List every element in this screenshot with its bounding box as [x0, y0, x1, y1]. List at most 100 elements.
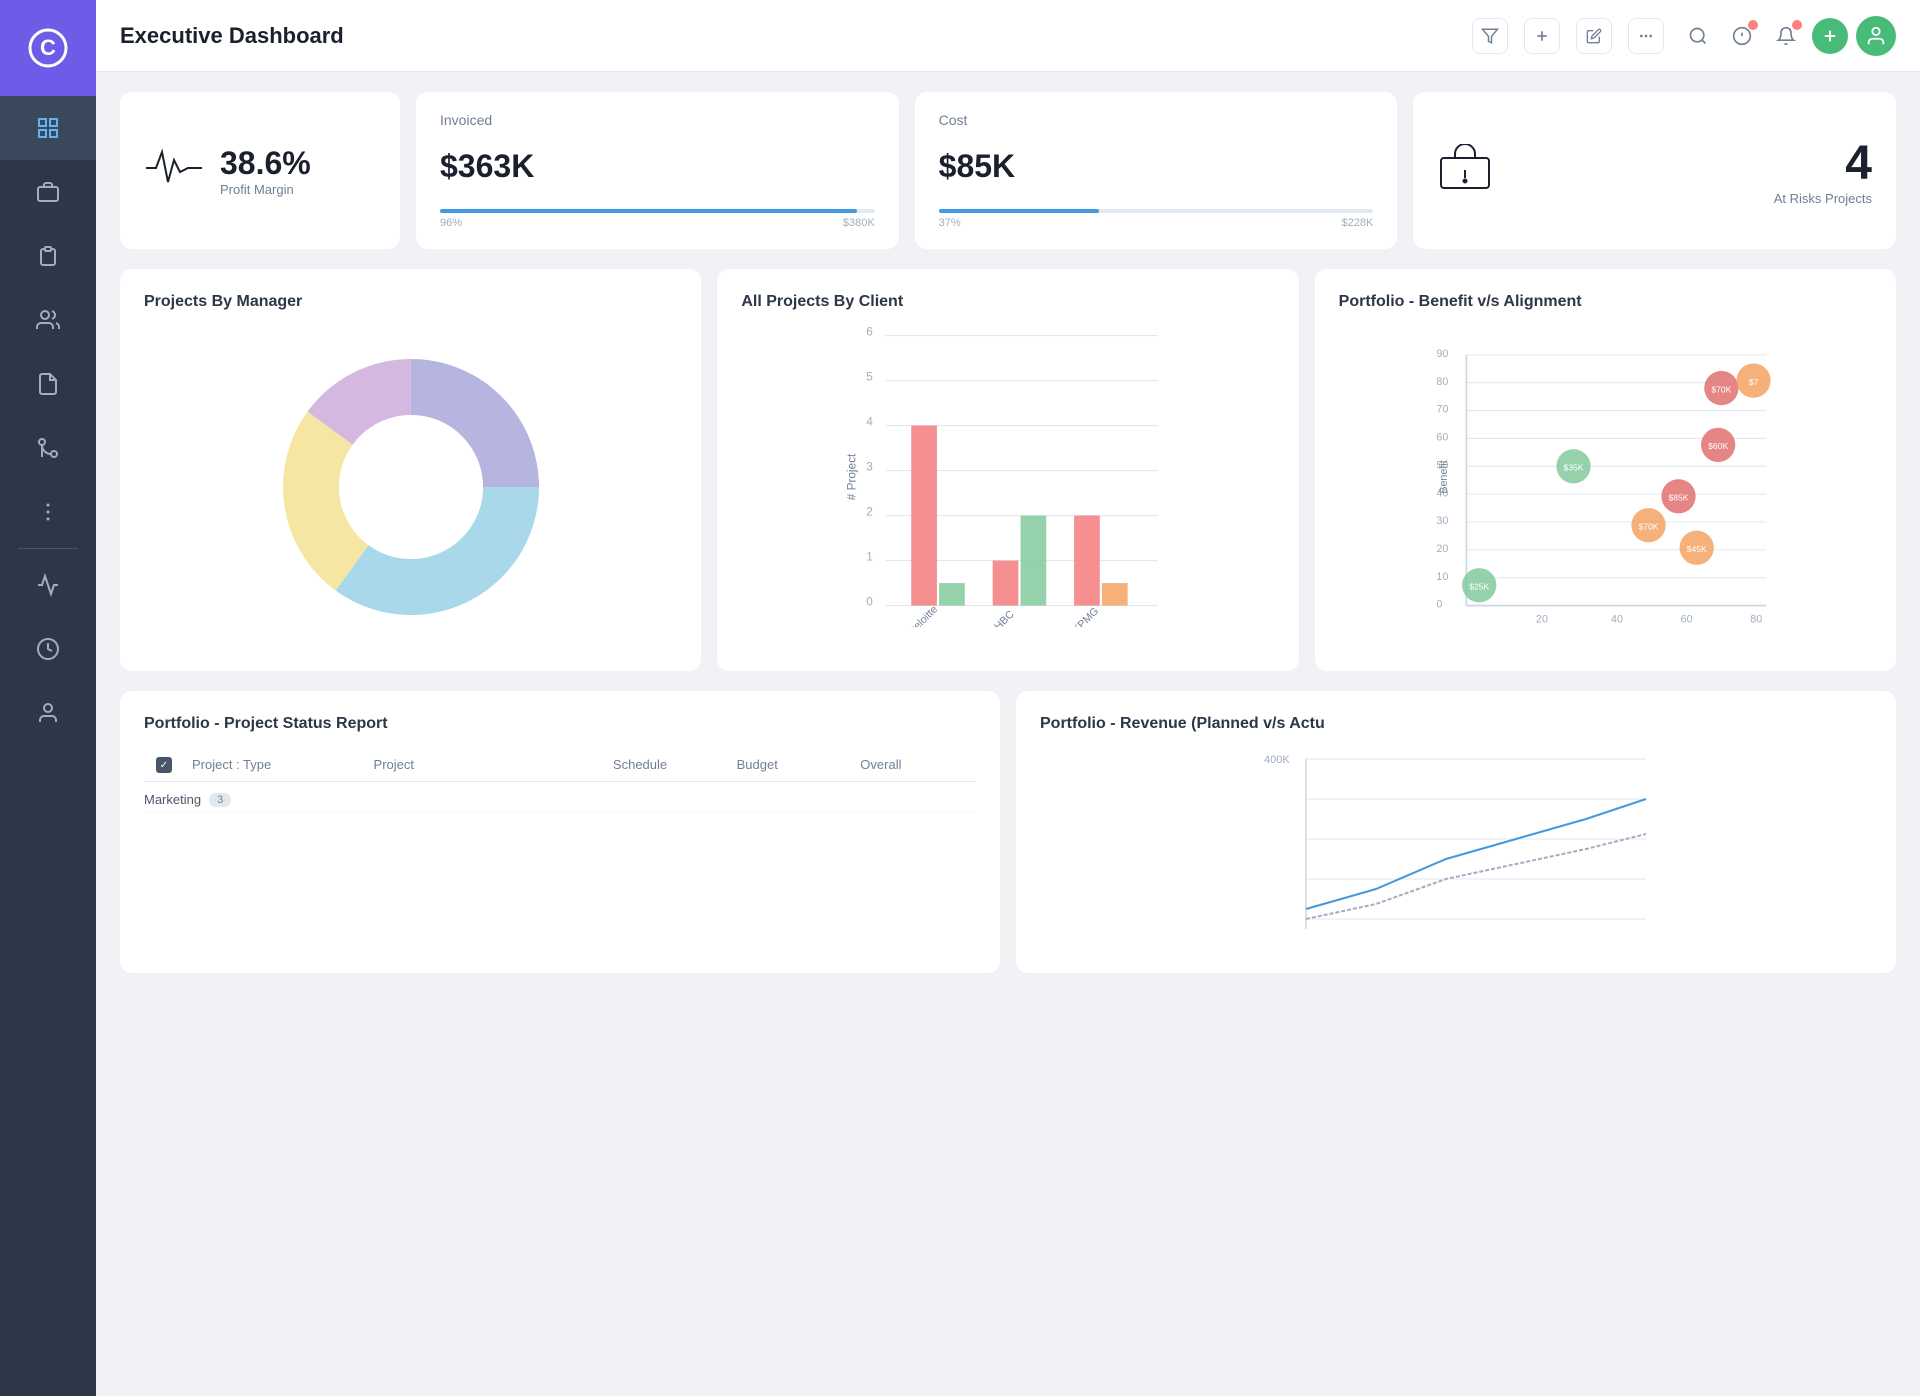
edit-button[interactable]	[1576, 18, 1612, 54]
sidebar: C	[0, 0, 96, 1396]
search-button[interactable]	[1680, 18, 1716, 54]
svg-text:80: 80	[1750, 614, 1762, 626]
donut-chart	[271, 347, 551, 627]
bar-chart-container: 0 1 2 3 4 5 6 # Project	[741, 327, 1274, 627]
dots-icon	[1638, 28, 1654, 44]
marketing-group-label: Marketing 3	[144, 782, 976, 811]
svg-text:40: 40	[1611, 614, 1623, 626]
svg-text:# Project: # Project	[846, 453, 859, 500]
col-project: Project	[374, 757, 605, 773]
sidebar-item-dashboard[interactable]	[0, 96, 96, 160]
profit-section: 38.6% Profit Margin	[220, 145, 311, 197]
sidebar-item-person[interactable]	[0, 681, 96, 745]
at-risk-section: 4 At Risks Projects	[1774, 136, 1872, 206]
svg-text:$45K: $45K	[1686, 544, 1706, 554]
invoiced-max: $380K	[843, 217, 875, 229]
col-overall: Overall	[860, 757, 976, 773]
svg-text:0: 0	[1436, 599, 1442, 611]
svg-text:5: 5	[867, 371, 874, 384]
revenue-chart-area: 400K	[1040, 749, 1872, 949]
at-risk-icon-wrapper	[1437, 144, 1493, 197]
filter-button[interactable]	[1472, 18, 1508, 54]
sidebar-item-clipboard[interactable]	[0, 224, 96, 288]
users-icon	[36, 308, 60, 332]
marketing-label: Marketing	[144, 792, 201, 807]
charts-row: Projects By Manager	[120, 269, 1896, 671]
sidebar-item-more[interactable]	[0, 480, 96, 544]
project-status-report-card: Portfolio - Project Status Report ✓ Proj…	[120, 691, 1000, 973]
scatter-chart-container: 0 10 20 30 40 50 60 70 80 90 Benefit	[1339, 327, 1872, 627]
user-avatar[interactable]	[1856, 16, 1896, 56]
alert-badge	[1748, 20, 1758, 30]
add-widget-button[interactable]	[1524, 18, 1560, 54]
cost-pct: 37%	[939, 217, 961, 229]
invoiced-pct: 96%	[440, 217, 462, 229]
bottom-row: Portfolio - Project Status Report ✓ Proj…	[120, 691, 1896, 973]
svg-text:20: 20	[1436, 543, 1448, 555]
bell-button[interactable]	[1768, 18, 1804, 54]
bell-badge	[1792, 20, 1802, 30]
donut-chart-wrapper	[144, 327, 677, 647]
page-title: Executive Dashboard	[120, 23, 1456, 49]
invoiced-bar: 96% $380K	[440, 201, 875, 229]
file-icon	[36, 372, 60, 396]
svg-text:$35K: $35K	[1563, 463, 1583, 473]
svg-text:30: 30	[1436, 515, 1448, 527]
svg-text:HBC: HBC	[993, 608, 1018, 627]
git-icon	[36, 436, 60, 460]
all-projects-by-client-card: All Projects By Client 0 1 2 3 4 5 6 # P…	[717, 269, 1298, 671]
search-icon	[1688, 26, 1708, 46]
more-options-button[interactable]	[1628, 18, 1664, 54]
svg-text:10: 10	[1436, 571, 1448, 583]
svg-text:1: 1	[867, 551, 874, 564]
scatter-chart-svg: 0 10 20 30 40 50 60 70 80 90 Benefit	[1339, 327, 1872, 627]
svg-text:2: 2	[867, 506, 874, 519]
sidebar-item-git[interactable]	[0, 416, 96, 480]
svg-text:$85K: $85K	[1668, 493, 1688, 503]
benefit-alignment-title: Portfolio - Benefit v/s Alignment	[1339, 293, 1872, 311]
add-button[interactable]	[1812, 18, 1848, 54]
svg-text:60: 60	[1436, 432, 1448, 444]
svg-text:6: 6	[867, 327, 874, 339]
svg-text:90: 90	[1436, 348, 1448, 360]
sidebar-item-chart[interactable]	[0, 553, 96, 617]
svg-text:$60K: $60K	[1708, 441, 1728, 451]
clock-icon	[36, 637, 60, 661]
select-all-checkbox[interactable]: ✓	[156, 757, 172, 773]
dashboard-icon	[36, 116, 60, 140]
cost-label: Cost	[939, 112, 968, 128]
col-project-type: Project : Type	[192, 757, 366, 773]
sidebar-item-file[interactable]	[0, 352, 96, 416]
svg-text:Deloitte: Deloitte	[906, 603, 940, 627]
sidebar-item-briefcase[interactable]	[0, 160, 96, 224]
cost-max: $228K	[1342, 217, 1374, 229]
notifications-button[interactable]	[1724, 18, 1760, 54]
add-icon	[1821, 27, 1839, 45]
cost-bar: 37% $228K	[939, 201, 1374, 229]
sidebar-logo[interactable]: C	[0, 0, 96, 96]
revenue-chart-svg: 400K	[1040, 749, 1872, 949]
at-risk-number: 4	[1774, 136, 1872, 191]
main-area: Executive Dashboard	[96, 0, 1920, 1396]
header-checkbox-wrapper: ✓	[144, 757, 184, 773]
table-header: ✓ Project : Type Project Schedule Budget…	[144, 749, 976, 782]
svg-text:$70K: $70K	[1638, 522, 1658, 532]
col-budget: Budget	[737, 757, 853, 773]
sidebar-divider	[18, 548, 78, 549]
cost-card: Cost $85K 37% $228K	[915, 92, 1398, 249]
bar-chart-svg: 0 1 2 3 4 5 6 # Project	[741, 327, 1274, 627]
clipboard-icon	[36, 244, 60, 268]
projects-by-manager-card: Projects By Manager	[120, 269, 701, 671]
invoiced-card: Invoiced $363K 96% $380K	[416, 92, 899, 249]
plus-icon	[1534, 28, 1550, 44]
marketing-group: Marketing 3	[144, 782, 976, 812]
sidebar-item-users[interactable]	[0, 288, 96, 352]
content-area: 38.6% Profit Margin Invoiced $363K 96% $…	[96, 72, 1920, 1396]
briefcase-icon	[36, 180, 60, 204]
svg-text:4: 4	[867, 416, 874, 429]
svg-text:20: 20	[1536, 614, 1548, 626]
svg-text:0: 0	[867, 596, 874, 609]
svg-text:Benefit: Benefit	[1438, 460, 1450, 493]
person-icon	[36, 701, 60, 725]
sidebar-item-clock[interactable]	[0, 617, 96, 681]
